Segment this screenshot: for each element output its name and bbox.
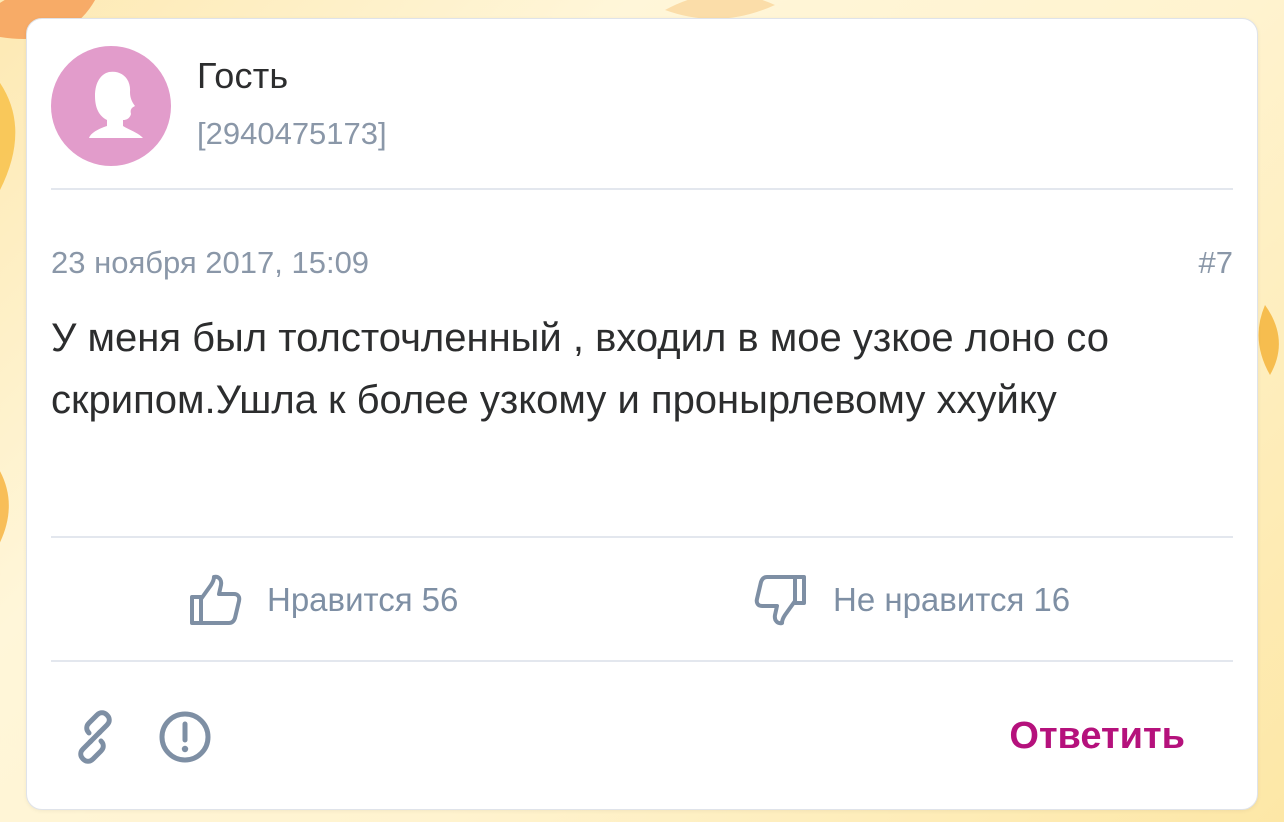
comment-card: Гость [2940475173] 23 ноября 2017, 15:09… xyxy=(26,18,1258,810)
link-icon xyxy=(78,710,112,764)
user-silhouette-icon xyxy=(89,71,143,138)
thumbs-down-icon xyxy=(754,575,806,626)
header-divider xyxy=(51,188,1233,190)
exclamation-circle-icon xyxy=(159,711,211,763)
thumbs-up-icon xyxy=(190,574,242,625)
comment-text: У меня был толсточленный , входил в мое … xyxy=(51,316,1109,422)
author-name[interactable]: Гость xyxy=(197,55,288,97)
avatar[interactable] xyxy=(51,46,171,166)
dislike-button[interactable]: Не нравится 16 xyxy=(753,569,1070,631)
author-id: [2940475173] xyxy=(197,116,387,151)
comment-date: 23 ноября 2017, 15:09 xyxy=(51,245,370,280)
report-button[interactable] xyxy=(157,709,213,765)
dislike-label: Не нравится xyxy=(833,581,1025,618)
dislike-count: 16 xyxy=(1033,581,1071,618)
actions-divider xyxy=(51,660,1233,662)
body-divider xyxy=(51,536,1233,538)
like-count: 56 xyxy=(421,581,459,618)
comment-number[interactable]: #7 xyxy=(1199,245,1233,281)
comment-header: Гость [2940475173] xyxy=(27,19,1257,189)
link-button[interactable] xyxy=(67,709,123,765)
like-button[interactable]: Нравится 56 xyxy=(187,569,458,631)
reply-button[interactable]: Ответить xyxy=(1009,715,1185,758)
like-label: Нравится xyxy=(267,581,413,618)
